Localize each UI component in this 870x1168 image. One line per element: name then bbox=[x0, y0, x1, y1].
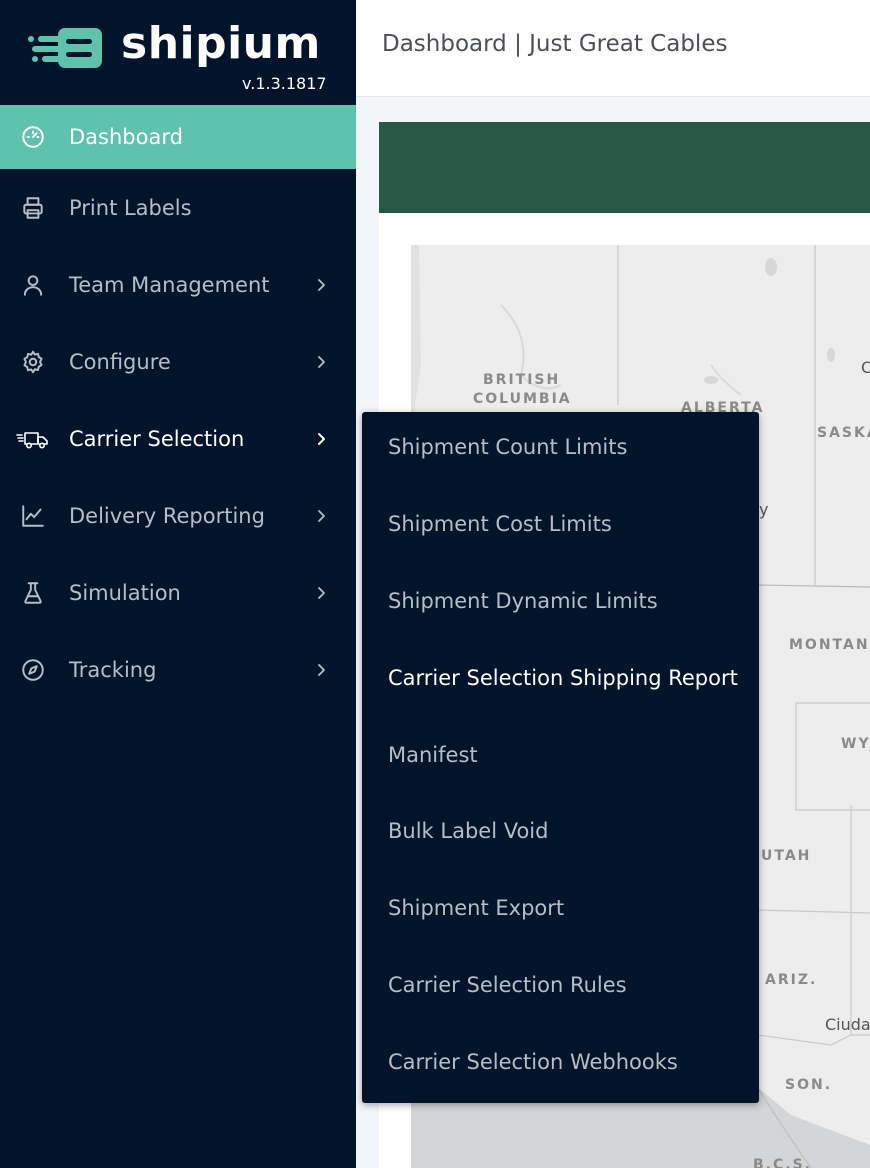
user-icon bbox=[20, 272, 46, 298]
carrier-selection-submenu: Shipment Count Limits Shipment Cost Limi… bbox=[362, 412, 759, 1103]
map-label-arizona: ARIZ. bbox=[765, 972, 818, 988]
map-label-bcs: B.C.S. bbox=[753, 1157, 812, 1168]
submenu-item-bulk-label-void[interactable]: Bulk Label Void bbox=[388, 819, 548, 843]
sidebar-item-delivery-reporting[interactable]: Delivery Reporting bbox=[0, 477, 356, 554]
sidebar-item-label: Carrier Selection bbox=[69, 426, 245, 451]
chevron-right-icon bbox=[313, 277, 329, 293]
map-label-utah: UTAH bbox=[761, 848, 812, 864]
sidebar-item-label: Delivery Reporting bbox=[69, 503, 265, 528]
shipium-logo-icon bbox=[28, 28, 102, 68]
page-header: Dashboard | Just Great Cables bbox=[356, 0, 870, 97]
sidebar-item-label: Team Management bbox=[69, 272, 270, 297]
map-label-fragment: C bbox=[861, 358, 870, 377]
sidebar-item-simulation[interactable]: Simulation bbox=[0, 554, 356, 631]
page-title: Dashboard | Just Great Cables bbox=[382, 31, 728, 57]
line-chart-icon bbox=[20, 503, 46, 529]
submenu-item-carrier-selection-rules[interactable]: Carrier Selection Rules bbox=[388, 973, 627, 997]
sidebar-item-label: Tracking bbox=[69, 657, 157, 682]
chevron-right-icon bbox=[313, 431, 329, 447]
sidebar-item-carrier-selection[interactable]: Carrier Selection bbox=[0, 400, 356, 477]
map-label-ciudad: Ciuda bbox=[825, 1015, 870, 1034]
printer-icon bbox=[20, 195, 46, 221]
sidebar-item-tracking[interactable]: Tracking bbox=[0, 631, 356, 708]
dashboard-gauge-icon bbox=[20, 124, 46, 150]
brand-logo[interactable]: shipium v.1.3.1817 bbox=[28, 18, 328, 98]
submenu-item-carrier-selection-shipping-report[interactable]: Carrier Selection Shipping Report bbox=[388, 666, 738, 690]
map-label-saskatchewan: SASKA bbox=[817, 425, 870, 441]
submenu-item-shipment-export[interactable]: Shipment Export bbox=[388, 896, 564, 920]
map-label-montana: MONTANA bbox=[789, 637, 870, 653]
sidebar-item-label: Configure bbox=[69, 349, 171, 374]
chevron-right-icon bbox=[313, 662, 329, 678]
submenu-item-shipment-cost-limits[interactable]: Shipment Cost Limits bbox=[388, 512, 612, 536]
delivery-truck-icon bbox=[16, 426, 50, 452]
gear-icon bbox=[20, 349, 46, 375]
sidebar: shipium v.1.3.1817 Dashboard Print Label… bbox=[0, 0, 356, 1168]
sidebar-item-label: Dashboard bbox=[69, 125, 183, 149]
sidebar-item-team-management[interactable]: Team Management bbox=[0, 246, 356, 323]
chevron-right-icon bbox=[313, 585, 329, 601]
chevron-right-icon bbox=[313, 354, 329, 370]
sidebar-item-label: Print Labels bbox=[69, 195, 192, 220]
submenu-item-shipment-count-limits[interactable]: Shipment Count Limits bbox=[388, 435, 627, 459]
submenu-item-shipment-dynamic-limits[interactable]: Shipment Dynamic Limits bbox=[388, 589, 658, 613]
map-label-fragment: y bbox=[759, 500, 769, 519]
map-label-british-columbia: COLUMBIA bbox=[473, 391, 572, 407]
map-label-sonora: SON. bbox=[785, 1077, 833, 1093]
brand-name: shipium bbox=[121, 18, 321, 69]
flask-icon bbox=[20, 580, 46, 606]
map-label-british-columbia: BRITISH bbox=[483, 372, 561, 388]
map-label-wyoming: WY bbox=[841, 736, 870, 752]
submenu-item-manifest[interactable]: Manifest bbox=[388, 743, 478, 767]
sidebar-item-print-labels[interactable]: Print Labels bbox=[0, 169, 356, 246]
sidebar-item-dashboard[interactable]: Dashboard bbox=[0, 105, 356, 169]
sidebar-item-label: Simulation bbox=[69, 580, 181, 605]
sidebar-item-configure[interactable]: Configure bbox=[0, 323, 356, 400]
submenu-item-carrier-selection-webhooks[interactable]: Carrier Selection Webhooks bbox=[388, 1050, 678, 1074]
sidebar-nav: Dashboard Print Labels Team Management C… bbox=[0, 105, 356, 708]
compass-icon bbox=[20, 657, 46, 683]
card-header bbox=[379, 122, 870, 213]
app-version: v.1.3.1817 bbox=[242, 74, 327, 93]
chevron-right-icon bbox=[313, 508, 329, 524]
